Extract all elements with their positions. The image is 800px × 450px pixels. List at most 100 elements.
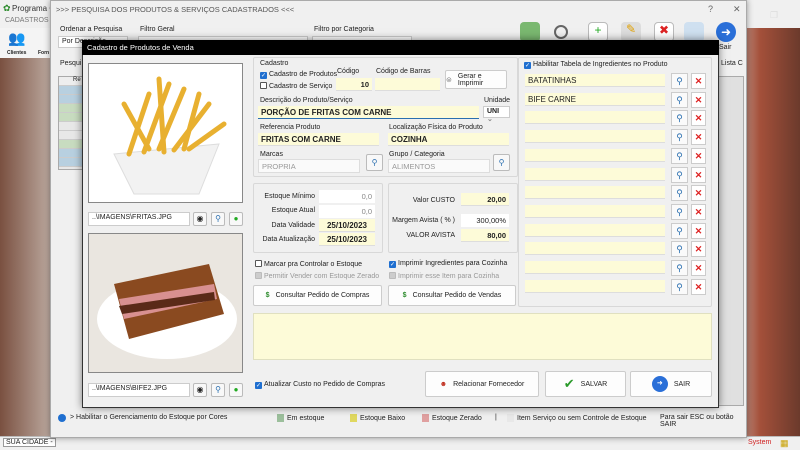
ingredient-input[interactable] — [525, 167, 665, 181]
help-button[interactable]: ? — [708, 4, 713, 14]
checkbox-produtos[interactable]: ✓ Cadastro de Produtos — [260, 71, 337, 79]
exit-icon[interactable]: ➜ — [716, 22, 736, 42]
ingredient-input[interactable] — [525, 111, 665, 125]
ingredient-input[interactable]: BATATINHAS — [525, 74, 665, 87]
search-ingredient-icon[interactable]: ⚲ — [671, 147, 688, 164]
delete-ingredient-icon[interactable]: ✕ — [691, 147, 706, 164]
referencia-input[interactable]: FRITAS COM CARNE — [258, 133, 379, 146]
search-ingredient-icon[interactable]: ⚲ — [671, 241, 688, 258]
relacionar-fornecedor-button[interactable]: ☻ Relacionar Fornecedor — [425, 371, 539, 397]
results-grid-right[interactable] — [718, 76, 744, 406]
camera-icon[interactable]: ◉ — [193, 212, 207, 226]
descricao-input[interactable]: PORÇÃO DE FRITAS COM CARNE — [258, 106, 479, 119]
delete-ingredient-icon[interactable]: ✕ — [691, 129, 706, 146]
valor-avista-input[interactable]: 80,00 — [461, 229, 509, 242]
valor-custo-input[interactable]: 20,00 — [461, 193, 509, 206]
main-toolbar: 👥 Clientes Forn — [0, 28, 50, 58]
codigo-input[interactable]: 10 — [336, 78, 372, 91]
data-atualizacao-input[interactable]: 25/10/2023 — [319, 233, 375, 246]
search-image-icon[interactable]: ⚲ — [211, 383, 225, 397]
delete-ingredient-icon[interactable]: ✕ — [691, 241, 706, 258]
data-validade-input[interactable]: 25/10/2023 — [319, 219, 375, 232]
search-ingredient-icon[interactable]: ⚲ — [671, 110, 688, 127]
calendar-icon[interactable]: ▦ — [780, 438, 789, 449]
add-icon[interactable]: + — [588, 22, 608, 42]
image2-path-input[interactable]: ..\IMAGENS\BIFE2.JPG — [88, 383, 190, 397]
localizacao-input[interactable]: COZINHA — [388, 133, 509, 146]
search-ingredient-icon[interactable]: ⚲ — [671, 203, 688, 220]
margem-input[interactable]: 300,00% — [461, 214, 509, 227]
salvar-button[interactable]: ✔ SALVAR — [545, 371, 626, 397]
search-ingredient-icon[interactable]: ⚲ — [671, 278, 688, 295]
barcode-icon[interactable] — [554, 25, 568, 39]
image-icon[interactable] — [520, 22, 540, 42]
gerar-imprimir-button[interactable]: ⊜ Gerar e Imprimir — [445, 70, 507, 89]
estoque-minimo-input[interactable]: 0,0 — [319, 190, 375, 203]
menu-cadastros[interactable]: CADASTROS — [5, 17, 49, 24]
print-icon[interactable] — [684, 22, 704, 42]
checkbox-servico[interactable]: Cadastro de Serviço — [260, 82, 332, 90]
unidade-select[interactable]: UNI ⌄ — [483, 106, 510, 123]
ingredient-input[interactable] — [525, 130, 665, 144]
ingredient-input[interactable] — [525, 261, 665, 274]
results-grid[interactable]: Re — [58, 76, 84, 170]
search-ingredient-icon[interactable]: ⚲ — [671, 222, 688, 239]
close-button[interactable]: ✕ — [733, 4, 741, 15]
delete-ingredient-icon[interactable]: ✕ — [691, 110, 706, 127]
delete-ingredient-icon[interactable]: ✕ — [691, 166, 706, 183]
ingredient-input[interactable] — [525, 186, 665, 200]
confirm-image-icon[interactable]: ● — [229, 383, 243, 397]
consultar-compras-button[interactable]: $ Consultar Pedido de Compras — [253, 285, 382, 306]
radio-icon[interactable] — [58, 414, 66, 422]
ingredient-input[interactable] — [525, 223, 665, 237]
observations-textarea[interactable] — [253, 313, 712, 360]
search-ingredient-icon[interactable]: ⚲ — [671, 73, 688, 89]
ingredient-input[interactable]: BIFE CARNE — [525, 92, 665, 106]
delete-icon[interactable]: ✖ — [654, 22, 674, 42]
delete-ingredient-icon[interactable]: ✕ — [691, 222, 706, 239]
product-image-steak[interactable] — [88, 233, 243, 373]
product-image-fries[interactable] — [88, 63, 243, 203]
camera-icon[interactable]: ◉ — [193, 383, 207, 397]
delete-ingredient-icon[interactable]: ✕ — [691, 185, 706, 202]
search-ingredient-icon[interactable]: ⚲ — [671, 91, 688, 108]
clients-icon[interactable]: 👥 — [8, 30, 25, 47]
exit-label[interactable]: Sair — [719, 44, 731, 51]
checkbox-habilitar-ingredientes[interactable]: ✓ Habilitar Tabela de Ingredientes no Pro… — [524, 61, 668, 69]
confirm-image-icon[interactable]: ● — [229, 212, 243, 226]
delete-ingredient-icon[interactable]: ✕ — [691, 278, 706, 295]
legend-habilitar[interactable]: > Habilitar o Gerenciamento do Estoque p… — [70, 414, 227, 421]
search-ingredient-icon[interactable]: ⚲ — [671, 129, 688, 146]
grupo-input[interactable]: ALIMENTOS — [388, 159, 490, 173]
search-grupo-icon[interactable]: ⚲ — [493, 154, 510, 171]
sair-button[interactable]: ➜ SAIR — [630, 371, 712, 397]
edit-icon[interactable]: ✎ — [621, 22, 641, 42]
marcas-input[interactable]: PROPRIA — [258, 159, 360, 173]
delete-ingredient-icon[interactable]: ✕ — [691, 260, 706, 276]
delete-ingredient-icon[interactable]: ✕ — [691, 203, 706, 220]
ingredient-input[interactable] — [525, 242, 665, 256]
delete-ingredient-icon[interactable]: ✕ — [691, 91, 706, 108]
estoque-atual-input[interactable]: 0,0 — [319, 205, 375, 218]
checkbox-atualizar-custo[interactable]: ✓ Atualizar Custo no Pedido de Compras — [255, 381, 385, 389]
search-image-icon[interactable]: ⚲ — [211, 212, 225, 226]
search-ingredient-icon[interactable]: ⚲ — [671, 185, 688, 202]
delete-ingredient-icon[interactable]: ✕ — [691, 73, 706, 89]
search-ingredient-icon[interactable]: ⚲ — [671, 260, 688, 276]
search-marcas-icon[interactable]: ⚲ — [366, 154, 383, 171]
checkbox-imprimir-ingredientes[interactable]: ✓ Imprimir Ingredientes para Cozinha — [389, 260, 507, 268]
image1-path-input[interactable]: ..\IMAGENS\FRITAS.JPG — [88, 212, 190, 226]
ingredient-input[interactable] — [525, 279, 665, 293]
search-ingredient-icon[interactable]: ⚲ — [671, 166, 688, 183]
clients-label[interactable]: Clientes — [7, 50, 26, 56]
suppliers-label[interactable]: Forn — [38, 50, 49, 56]
checkbox-controlar-estoque[interactable]: Marcar pra Controlar o Estoque — [255, 260, 362, 268]
ingredient-input[interactable] — [525, 204, 665, 218]
ingredient-input[interactable] — [525, 148, 665, 162]
checkbox-icon[interactable]: ✓ — [260, 72, 267, 79]
barras-input[interactable] — [375, 78, 440, 91]
consultar-vendas-button[interactable]: $ Consultar Pedido de Vendas — [388, 285, 516, 306]
restore-icon[interactable]: ❐ — [770, 10, 778, 21]
referencia-label: Referencia Produto — [260, 124, 321, 131]
checkbox-icon[interactable] — [260, 82, 267, 89]
